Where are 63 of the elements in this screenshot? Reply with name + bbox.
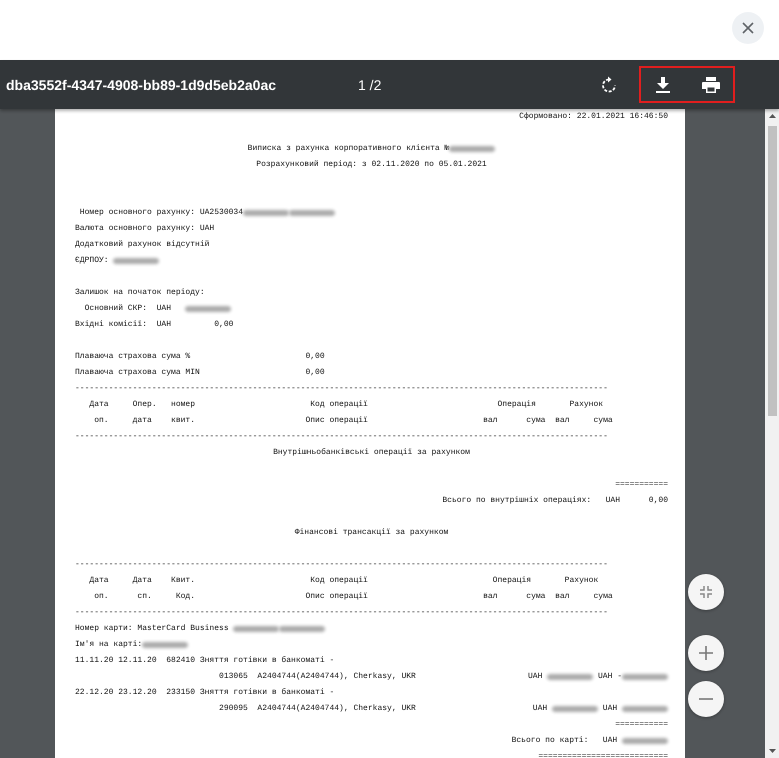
document-text: ЄДРПОУ: — [75, 255, 110, 267]
scrollbar-thumb[interactable] — [768, 126, 776, 416]
document-text: Вхідні комісії: UAH 0,00 — [75, 319, 234, 331]
document-text: UAH — [532, 703, 548, 715]
document-text: оп. дата квит. Опис операції вал сума вал сума — [93, 415, 613, 427]
document-text: Номер карти: MasterCard Business — [75, 623, 230, 635]
rotate-icon — [601, 76, 617, 94]
document-text: 013065 A2404744(A2404744), Cherkasy, UKR — [218, 671, 416, 683]
scroll-down-icon — [768, 749, 776, 753]
document-text: =========================== — [538, 751, 668, 758]
document-text: Ім'я на карті: — [75, 639, 142, 651]
document-text: Плаваюча страхова сума MIN 0,00 — [75, 367, 325, 379]
close-icon — [742, 22, 754, 34]
fit-page-button[interactable] — [688, 574, 724, 610]
document-text: Плаваюча страхова сума % 0,00 — [75, 351, 325, 363]
document-text: Виписка з рахунка корпоративного клієнта № — [248, 143, 450, 155]
minus-icon — [699, 698, 713, 700]
document-text: --------------------------------------------------------------------------------------------------------------- — [75, 431, 608, 443]
redaction-blur — [185, 306, 232, 312]
document-text: 290095 A2404744(A2404744), Cherkasy, UKR — [218, 703, 416, 715]
collapse-icon — [700, 586, 712, 598]
document-text: =========== — [615, 719, 668, 731]
document-text: UAH - — [596, 671, 622, 683]
document-text: Фінансові трансакції за рахунком — [294, 527, 448, 539]
document-text: --------------------------------------------------------------------------------------------------------------- — [75, 559, 608, 571]
document-text: оп. сп. Код. Опис операції вал сума вал сума — [93, 591, 613, 603]
document-text: --------------------------------------------------------------------------------------------------------------- — [75, 383, 608, 395]
document-text: Валюта основного рахунку: UAH — [75, 223, 214, 235]
download-icon — [656, 76, 670, 92]
zoom-in-button[interactable] — [688, 635, 724, 671]
page-indicator: 1 /2 — [358, 76, 382, 92]
document-text: 11.11.20 12.11.20 682410 Зняття готівки в банкоматі - — [75, 655, 334, 667]
redaction-blur — [622, 706, 668, 712]
redaction-blur — [449, 146, 496, 152]
document-text: =========== — [615, 479, 668, 491]
document-text: Основний СКР: UAH — [84, 303, 172, 315]
redaction-blur — [142, 642, 188, 648]
document-text: UAH — [602, 703, 618, 715]
document-title: dba3552f-4347-4908-bb89-1d9d5eb2a0ac — [6, 76, 278, 92]
zoom-out-button[interactable] — [688, 681, 724, 717]
scroll-up-icon — [768, 114, 776, 118]
plus-icon — [699, 646, 713, 660]
document-text: --------------------------------------------------------------------------------------------------------------- — [75, 607, 608, 619]
redaction-blur — [622, 674, 668, 680]
close-button[interactable] — [732, 12, 764, 44]
print-icon — [702, 76, 720, 92]
document-text: Додатковий рахунок відсутній — [75, 239, 210, 251]
document-text: Дата Дата Квит. Код операції Операція Рахунок — [88, 575, 598, 587]
document-text: Дата Опер. номер Код операції Операція Рахунок — [88, 399, 604, 411]
document-text: Внутрішньобанківські операції за рахунком — [273, 447, 470, 459]
scrollbar[interactable] — [765, 109, 779, 758]
document-text: Всього по карті: UAH — [512, 735, 618, 747]
document-text: 22.12.20 23.12.20 233150 Зняття готівки в банкоматі - — [75, 687, 334, 699]
document-text: UAH — [528, 671, 544, 683]
document-text: Розрахунковий період: з 02.11.2020 по 05.01.2021 — [256, 159, 487, 171]
redaction-blur — [552, 706, 598, 712]
document-text: Всього по внутрішніх операціях: UAH 0,00 — [442, 495, 668, 507]
document-text: Сформовано: 22.01.2021 16:46:50 — [519, 111, 668, 123]
redaction-blur — [622, 738, 668, 744]
redaction-blur — [113, 258, 160, 264]
redaction-blur — [547, 674, 594, 680]
document-text: Номер основного рахунку: UA2530034 — [78, 207, 244, 219]
document-text: Залишок на початок періоду: — [75, 287, 205, 299]
